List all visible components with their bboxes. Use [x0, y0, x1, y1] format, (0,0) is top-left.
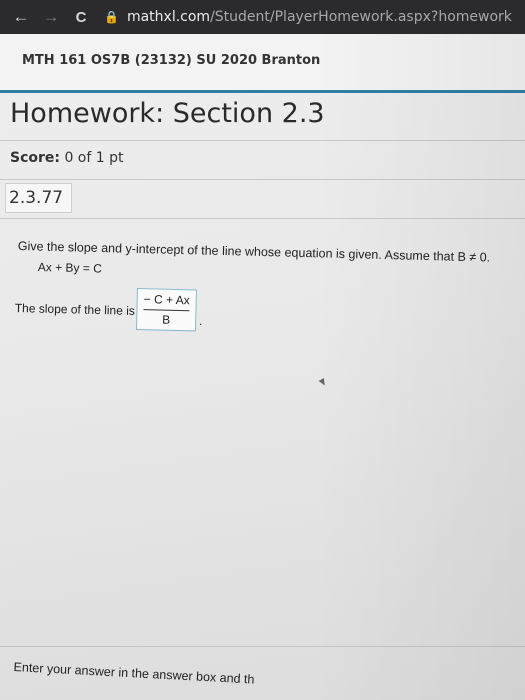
- back-arrow-icon[interactable]: ←: [10, 7, 32, 27]
- divider: [0, 218, 525, 219]
- divider: [0, 179, 525, 180]
- question-equation: Ax + By = C: [37, 260, 103, 276]
- course-title: MTH 161 OS7B (23132) SU 2020 Branton: [22, 53, 321, 68]
- slope-answer-box[interactable]: − C + Ax B: [135, 288, 197, 332]
- address-bar[interactable]: mathxl.com/Student/PlayerHomework.aspx?h…: [127, 9, 512, 25]
- score: Score: 0 of 1 pt: [10, 150, 124, 166]
- answer-instruction: Enter your answer in the answer box and …: [13, 660, 255, 687]
- score-value: 0 of 1 pt: [64, 150, 124, 166]
- fraction-bar: [143, 309, 190, 312]
- page-content: MTH 161 OS7B (23132) SU 2020 Branton Hom…: [0, 34, 525, 700]
- divider: [0, 646, 525, 647]
- answer-denominator: B: [162, 312, 171, 327]
- mouse-cursor-icon: [318, 377, 328, 388]
- forward-arrow-icon[interactable]: →: [40, 7, 62, 27]
- browser-toolbar: ← → C 🔒 mathxl.com/Student/PlayerHomewor…: [0, 0, 525, 34]
- slope-label: The slope of the line is: [14, 301, 136, 318]
- course-header: MTH 161 OS7B (23132) SU 2020 Branton: [0, 34, 525, 93]
- question-number: 2.3.77: [5, 183, 72, 213]
- score-label: Score:: [10, 150, 60, 166]
- lock-icon: 🔒: [104, 10, 119, 24]
- reload-icon[interactable]: C: [70, 9, 92, 26]
- url-host: mathxl.com: [126, 9, 211, 25]
- sentence-period: .: [199, 314, 203, 328]
- answer-numerator: − C + Ax: [143, 292, 190, 308]
- url-path: /Student/PlayerHomework.aspx?homework: [210, 9, 512, 25]
- homework-title: Homework: Section 2.3: [10, 98, 325, 129]
- photo-shading: [0, 34, 525, 700]
- divider: [0, 140, 525, 141]
